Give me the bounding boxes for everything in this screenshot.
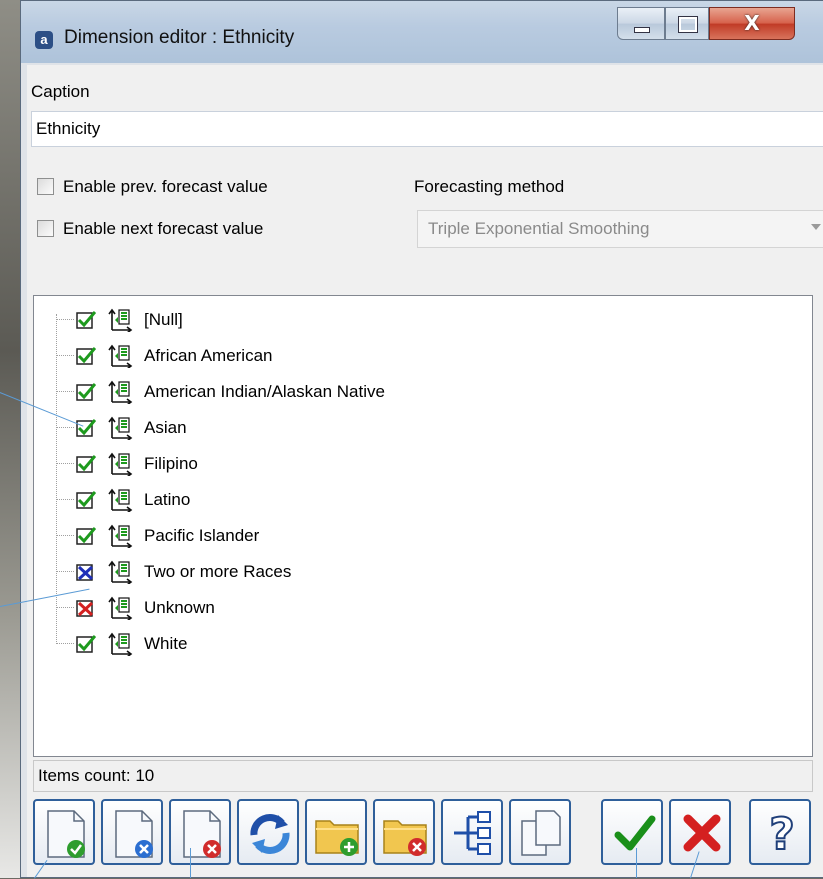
page-blue-x-icon — [115, 810, 153, 858]
forecasting-method-label: Forecasting method — [414, 177, 565, 196]
dimension-item-icon — [108, 560, 133, 584]
enable-item-button[interactable] — [33, 799, 95, 865]
tree-item-label: American Indian/Alaskan Native — [144, 382, 385, 401]
items-count-status: Items count: 10 — [33, 760, 813, 792]
enable-prev-checkbox[interactable] — [37, 178, 54, 195]
dimension-item-icon — [108, 488, 133, 512]
title-bar[interactable]: a Dimension editor : Ethnicity X — [21, 1, 823, 63]
tree-connector — [56, 355, 74, 356]
disable-item-button[interactable] — [101, 799, 163, 865]
caption-label: Caption — [31, 82, 90, 101]
checked-state-icon[interactable] — [76, 634, 96, 654]
tree-item[interactable]: Unknown — [34, 590, 794, 626]
tree-item-label: White — [144, 634, 188, 653]
dimension-item-icon — [108, 308, 133, 332]
refresh-icon — [250, 814, 290, 854]
tree-item[interactable]: American Indian/Alaskan Native — [34, 374, 794, 410]
tree-item-label: Asian — [144, 418, 187, 437]
dimension-item-icon — [108, 452, 133, 476]
help-icon: ? — [768, 808, 796, 859]
dimension-items-tree[interactable]: [Null] African American American Indian/Al… — [33, 295, 813, 757]
app-icon: a — [35, 31, 53, 49]
tree-item[interactable]: Two or more Races — [34, 554, 794, 590]
checked-state-icon[interactable] — [76, 310, 96, 330]
page-check-icon — [47, 810, 85, 858]
caption-input[interactable]: Ethnicity — [31, 111, 823, 147]
tree-item-label: Two or more Races — [144, 562, 292, 581]
tree-item-label: [Null] — [144, 310, 183, 329]
maximize-icon — [678, 16, 698, 33]
forecasting-method-value: Triple Exponential Smoothing — [428, 219, 650, 238]
tree-item-label: Pacific Islander — [144, 526, 260, 545]
tree-item[interactable]: Latino — [34, 482, 794, 518]
copy-pages-icon — [521, 810, 561, 856]
tree-item-label: Filipino — [144, 454, 198, 473]
tree-item[interactable]: Asian — [34, 410, 794, 446]
remove-folder-button[interactable] — [373, 799, 435, 865]
tree-item[interactable]: [Null] — [34, 302, 794, 338]
checked-state-icon[interactable] — [76, 454, 96, 474]
dimension-editor-window: a Dimension editor : Ethnicity X Caption… — [20, 0, 823, 878]
dimension-item-icon — [108, 380, 133, 404]
minimize-icon — [634, 27, 650, 33]
tree-connector — [56, 643, 74, 644]
dimension-item-icon — [108, 416, 133, 440]
tree-connector — [56, 427, 74, 428]
dialog-client-area: Caption Ethnicity Enable prev. forecast … — [27, 65, 823, 877]
hierarchy-button[interactable] — [441, 799, 503, 865]
tree-connector — [56, 607, 74, 608]
hierarchy-icon — [454, 811, 491, 855]
tree-item[interactable]: White — [34, 626, 794, 662]
tree-connector — [56, 463, 74, 464]
green-check-icon — [614, 815, 656, 851]
folder-add-icon — [315, 820, 359, 856]
excluded-state-icon[interactable] — [76, 562, 96, 582]
tree-connector — [56, 571, 74, 572]
checked-state-icon[interactable] — [76, 382, 96, 402]
callout-line — [190, 848, 191, 878]
checked-state-icon[interactable] — [76, 490, 96, 510]
tree-item[interactable]: African American — [34, 338, 794, 374]
enable-prev-label: Enable prev. forecast value — [63, 177, 268, 196]
tree-item-label: African American — [144, 346, 273, 365]
dimension-item-icon — [108, 524, 133, 548]
tree-item[interactable]: Pacific Islander — [34, 518, 794, 554]
delete-item-button[interactable] — [169, 799, 231, 865]
page-red-x-icon — [183, 810, 221, 858]
svg-text:?: ? — [769, 809, 795, 859]
close-button[interactable]: X — [709, 7, 795, 40]
tree-connector — [56, 391, 74, 392]
chevron-down-icon — [811, 224, 821, 230]
cancel-button[interactable] — [669, 799, 731, 865]
maximize-button[interactable] — [665, 7, 709, 40]
dimension-item-icon — [108, 344, 133, 368]
callout-line — [636, 848, 637, 878]
tree-item[interactable]: Filipino — [34, 446, 794, 482]
tree-connector — [56, 319, 74, 320]
red-x-icon — [683, 814, 721, 852]
help-button[interactable]: ? — [749, 799, 811, 865]
tree-connector — [56, 535, 74, 536]
excluded-state-icon[interactable] — [76, 598, 96, 618]
tree-connector — [56, 499, 74, 500]
checked-state-icon[interactable] — [76, 346, 96, 366]
folder-remove-icon — [383, 820, 427, 856]
minimize-button[interactable] — [617, 7, 665, 40]
tree-item-label: Unknown — [144, 598, 215, 617]
checked-state-icon[interactable] — [76, 526, 96, 546]
tree-item-label: Latino — [144, 490, 191, 509]
forecasting-method-select[interactable]: Triple Exponential Smoothing — [417, 210, 823, 248]
copy-button[interactable] — [509, 799, 571, 865]
refresh-button[interactable] — [237, 799, 299, 865]
add-folder-button[interactable] — [305, 799, 367, 865]
enable-next-label: Enable next forecast value — [63, 219, 264, 238]
checked-state-icon[interactable] — [76, 418, 96, 438]
enable-next-checkbox[interactable] — [37, 220, 54, 237]
dimension-item-icon — [108, 596, 133, 620]
dimension-item-icon — [108, 632, 133, 656]
window-title: Dimension editor : Ethnicity — [64, 27, 295, 48]
close-icon: X — [744, 11, 760, 35]
ok-button[interactable] — [601, 799, 663, 865]
